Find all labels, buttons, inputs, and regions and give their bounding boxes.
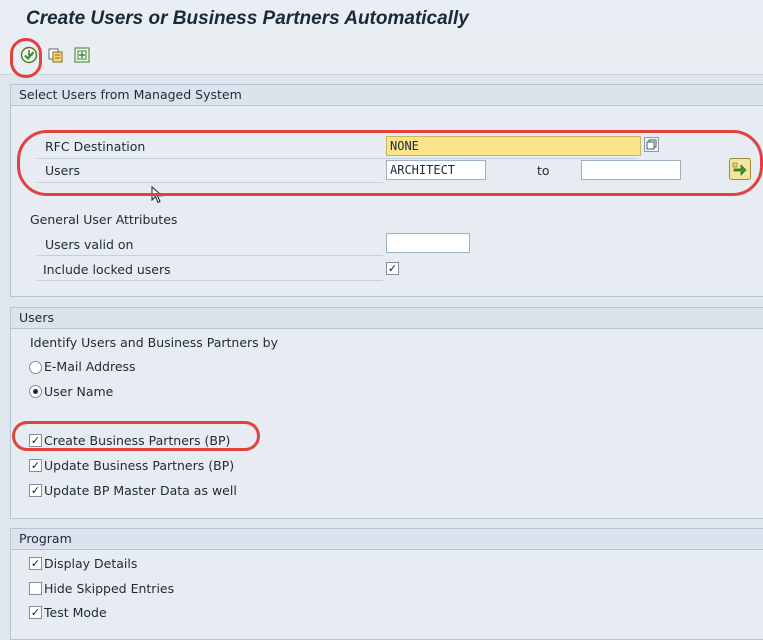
title-bar: Create Users or Business Partners Automa…: [0, 0, 763, 39]
copy-icon[interactable]: [47, 46, 65, 64]
radio-dot: [33, 389, 38, 394]
users-from-input[interactable]: ARCHITECT: [386, 160, 486, 180]
email-address-label: E-Mail Address: [44, 359, 136, 374]
section-header: Select Users from Managed System: [11, 85, 763, 106]
update-bp-master-data-checkbox[interactable]: ✓: [29, 484, 42, 497]
users-label: Users: [45, 163, 81, 178]
test-mode-checkbox[interactable]: ✓: [29, 606, 42, 619]
include-locked-label: Include locked users: [43, 262, 171, 277]
value-help-icon[interactable]: [644, 137, 659, 152]
update-bp-master-data-label: Update BP Master Data as well: [44, 483, 237, 498]
identify-by-label: Identify Users and Business Partners by: [30, 335, 278, 350]
create-bp-checkbox[interactable]: ✓: [29, 434, 42, 447]
display-details-checkbox[interactable]: ✓: [29, 557, 42, 570]
multiple-selection-button[interactable]: [729, 158, 751, 180]
test-mode-label: Test Mode: [44, 605, 107, 620]
general-user-attributes-heading: General User Attributes: [30, 212, 178, 227]
email-address-radio[interactable]: [29, 361, 42, 374]
users-valid-on-input[interactable]: [386, 233, 470, 253]
rfc-destination-input[interactable]: NONE: [386, 136, 641, 156]
rfc-destination-label: RFC Destination: [45, 139, 146, 154]
page-title: Create Users or Business Partners Automa…: [26, 8, 469, 29]
execute-icon[interactable]: [20, 46, 38, 64]
mouse-cursor-icon: [151, 185, 165, 204]
user-name-radio[interactable]: [29, 385, 42, 398]
users-to-input[interactable]: [581, 160, 681, 180]
display-details-label: Display Details: [44, 556, 138, 571]
update-bp-label: Update Business Partners (BP): [44, 458, 235, 473]
toolbar: [0, 38, 763, 75]
divider: [37, 255, 383, 256]
divider: [37, 182, 383, 183]
include-locked-checkbox[interactable]: ✓: [386, 262, 399, 275]
to-label: to: [537, 163, 550, 178]
users-valid-on-label: Users valid on: [45, 237, 134, 252]
update-bp-checkbox[interactable]: ✓: [29, 459, 42, 472]
hide-skipped-label: Hide Skipped Entries: [44, 581, 175, 596]
variant-icon[interactable]: [73, 46, 91, 64]
divider: [37, 158, 637, 159]
divider: [37, 280, 383, 281]
section-header: Program: [11, 529, 763, 550]
user-name-label: User Name: [44, 384, 114, 399]
hide-skipped-checkbox[interactable]: [29, 582, 42, 595]
section-header: Users: [11, 308, 763, 329]
create-bp-label: Create Business Partners (BP): [44, 433, 231, 448]
